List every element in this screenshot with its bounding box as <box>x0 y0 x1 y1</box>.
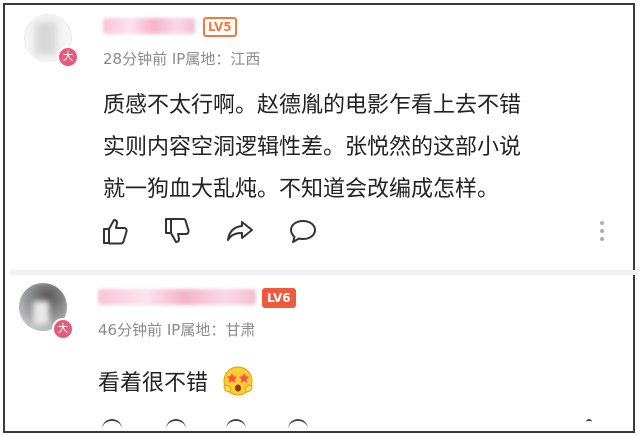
verified-badge: 大 <box>57 46 79 68</box>
comment-time: 46分钟前 <box>98 321 163 339</box>
username-blurred[interactable] <box>98 289 256 305</box>
thumbs-down-icon[interactable] <box>166 419 186 429</box>
comment-text-line: 就一狗血大乱炖。不知道会改编成怎样。 <box>103 177 500 202</box>
comment-actions-partial <box>96 419 626 429</box>
share-button[interactable] <box>225 216 255 246</box>
verified-badge: 大 <box>52 318 74 340</box>
level-badge: LV5 <box>203 17 237 37</box>
more-vertical-icon <box>600 221 604 241</box>
comment-text-line: 看着很不错 <box>98 371 209 396</box>
like-button[interactable] <box>101 216 131 246</box>
dislike-button[interactable] <box>163 216 193 246</box>
username-blurred[interactable] <box>103 18 195 34</box>
comment-icon <box>290 220 316 243</box>
comment-text: 质感不太行啊。赵德胤的电影乍看上去不错 实则内容空洞逻辑性差。张悦然的这部小说 … <box>103 85 623 211</box>
comment-time: 28分钟前 <box>103 50 168 68</box>
thumbs-down-icon <box>165 218 190 243</box>
star-struck-emoji-icon <box>221 364 255 398</box>
comment-text: 看着很不错 <box>98 363 618 405</box>
level-badge: LV6 <box>262 288 296 308</box>
comment-icon[interactable] <box>288 419 308 429</box>
comment-item: 大 LV5 28分钟前 IP属地：江西 质感不太行啊。赵德胤的电影乍看上去不错 … <box>5 5 640 270</box>
comment-meta: 28分钟前 IP属地：江西 <box>103 48 260 69</box>
ip-location: IP属地：甘肃 <box>166 321 256 339</box>
more-vertical-icon[interactable] <box>586 419 592 429</box>
comment-actions <box>101 216 631 248</box>
more-button[interactable] <box>587 216 604 246</box>
comment-text-line: 实则内容空洞逻辑性差。张悦然的这部小说 <box>103 135 522 160</box>
share-icon[interactable] <box>226 419 246 429</box>
thumbs-up-icon[interactable] <box>102 419 122 429</box>
reply-button[interactable] <box>288 216 318 246</box>
comment-text-line: 质感不太行啊。赵德胤的电影乍看上去不错 <box>103 93 522 118</box>
thumbs-up-icon <box>103 219 128 245</box>
share-icon <box>227 221 253 241</box>
comment-meta: 46分钟前 IP属地：甘肃 <box>98 319 255 340</box>
ip-location: IP属地：江西 <box>171 50 261 68</box>
